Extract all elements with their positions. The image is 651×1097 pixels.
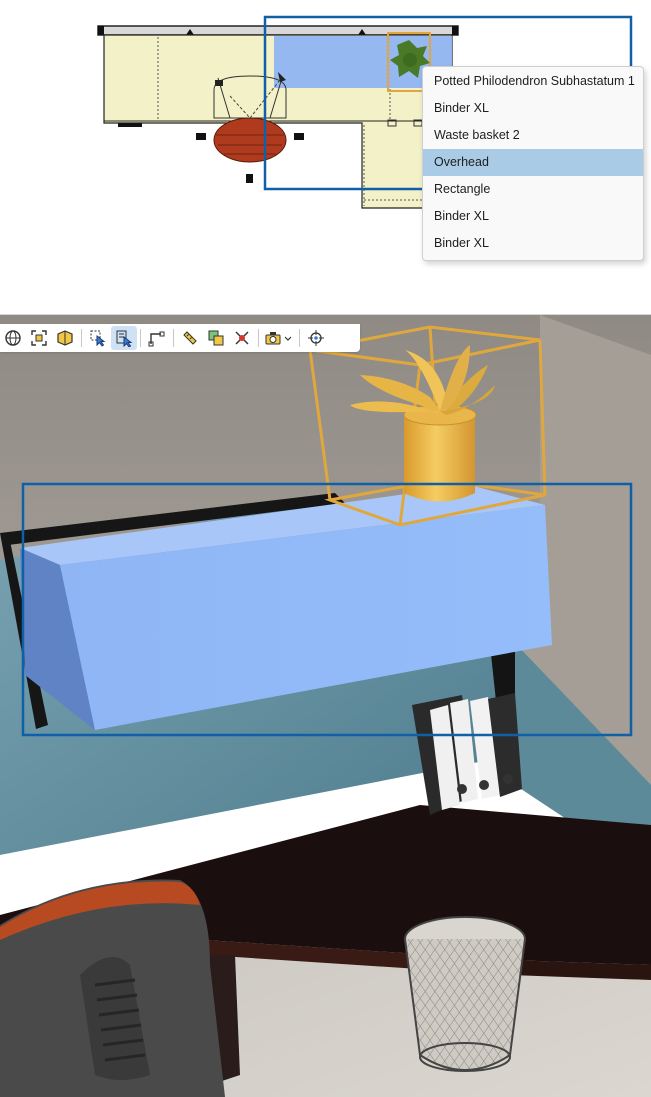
toolbar-separator <box>173 329 174 347</box>
plan-panel-end-right <box>452 26 458 35</box>
toolbar-separator <box>258 329 259 347</box>
section-button[interactable] <box>144 326 170 350</box>
measure-button[interactable] <box>177 326 203 350</box>
toolbar-separator <box>299 329 300 347</box>
object-picker-menu[interactable]: Potted Philodendron Subhastatum 1 Binder… <box>422 66 644 261</box>
center-target-icon <box>308 330 324 346</box>
copy-object-icon <box>208 330 224 346</box>
toolbar-separator <box>81 329 82 347</box>
orbit-button[interactable] <box>0 326 26 350</box>
camera-dropdown-icon <box>265 332 292 345</box>
toolbar-separator <box>140 329 141 347</box>
office-chair[interactable] <box>0 879 225 1097</box>
3d-view[interactable] <box>0 315 651 1097</box>
copy-object-button[interactable] <box>203 326 229 350</box>
zoom-selection-button[interactable] <box>52 326 78 350</box>
select-icon <box>90 330 106 347</box>
plan-panel-end-left <box>98 26 104 35</box>
measure-icon <box>183 331 197 345</box>
remove-button[interactable] <box>229 326 255 350</box>
waste-basket[interactable] <box>404 916 526 1072</box>
menu-item-binder-xl[interactable]: Binder XL <box>423 203 643 230</box>
select-edit-icon <box>116 330 133 347</box>
menu-item-binder-xl[interactable]: Binder XL <box>423 230 643 257</box>
floor-plan-view[interactable]: Potted Philodendron Subhastatum 1 Binder… <box>0 0 651 314</box>
zoom-extents-icon <box>31 330 47 346</box>
center-target-button[interactable] <box>303 326 329 350</box>
orbit-icon <box>5 330 21 346</box>
3d-view-toolbar <box>0 324 360 352</box>
menu-item-overhead[interactable]: Overhead <box>423 149 643 176</box>
menu-item-binder-xl[interactable]: Binder XL <box>423 95 643 122</box>
binders[interactable] <box>412 693 522 815</box>
menu-item-potted-philodendron[interactable]: Potted Philodendron Subhastatum 1 <box>423 68 643 95</box>
select-button[interactable] <box>85 326 111 350</box>
select-edit-button[interactable] <box>111 326 137 350</box>
section-icon <box>148 331 165 347</box>
plan-drawer <box>118 123 142 127</box>
zoom-selection-icon <box>57 330 73 346</box>
remove-icon <box>235 331 249 345</box>
3d-scene[interactable] <box>0 315 651 1097</box>
menu-item-waste-basket[interactable]: Waste basket 2 <box>423 122 643 149</box>
zoom-extents-button[interactable] <box>26 326 52 350</box>
camera-dropdown-button[interactable] <box>262 326 296 350</box>
menu-item-rectangle[interactable]: Rectangle <box>423 176 643 203</box>
